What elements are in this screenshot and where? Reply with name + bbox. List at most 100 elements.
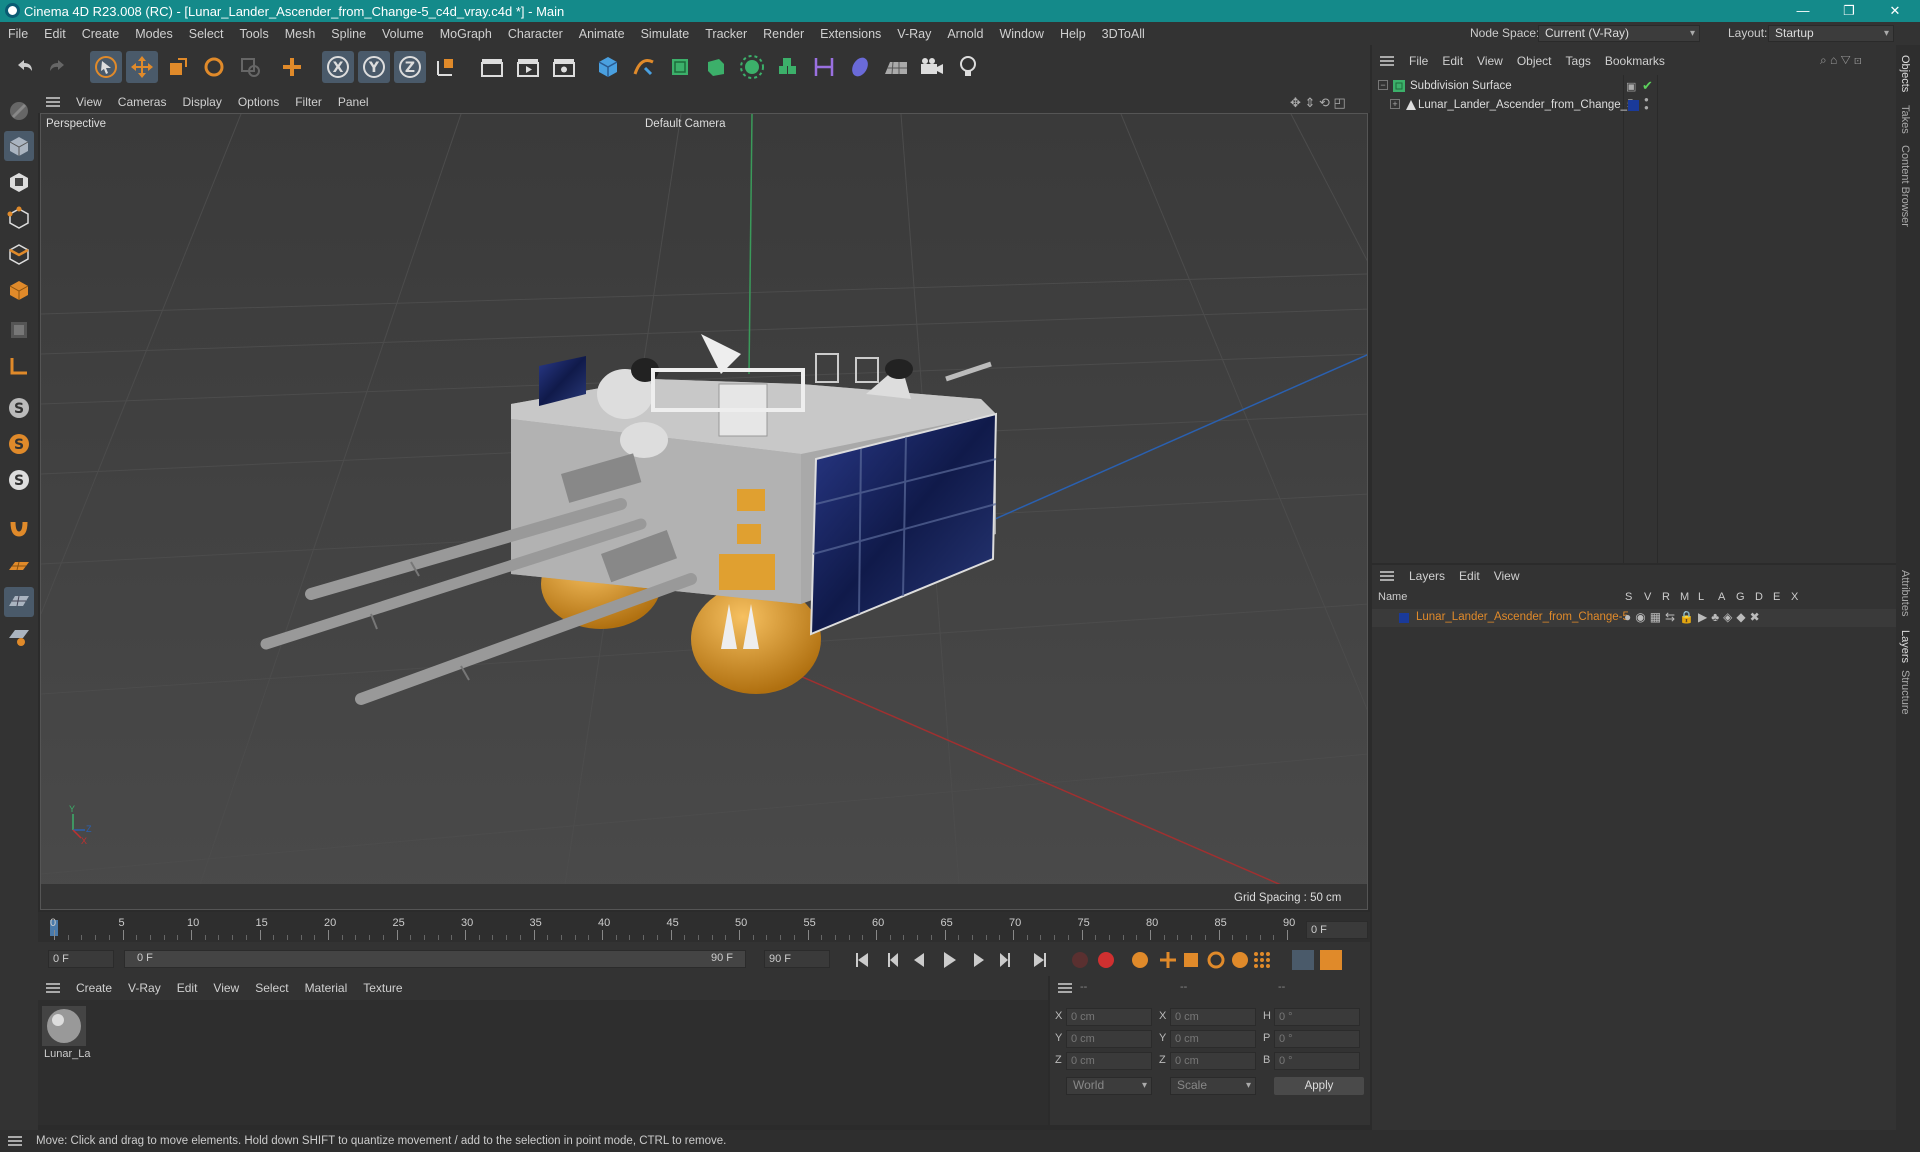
timeline-window-button[interactable]: [1320, 950, 1342, 970]
previous-key-button[interactable]: [888, 953, 898, 967]
material-menu-texture[interactable]: Texture: [355, 981, 410, 995]
menu-modes[interactable]: Modes: [127, 27, 181, 41]
polygons-mode-button[interactable]: [4, 275, 34, 305]
object-toolbar-icons[interactable]: ⌕ ⌂ ▽ ⊡: [1820, 53, 1862, 68]
material-menu-view[interactable]: View: [205, 981, 247, 995]
coord-size-z-field[interactable]: 0 cm: [1170, 1052, 1256, 1070]
object-hamburger-icon[interactable]: [1380, 56, 1394, 66]
object-row-lander[interactable]: + Lunar_Lander_Ascender_from_Change_5: [1390, 97, 1633, 115]
grid-button[interactable]: [4, 587, 34, 617]
status-hamburger-icon[interactable]: [8, 1136, 22, 1146]
coord-rot-h-field[interactable]: 0 °: [1274, 1008, 1360, 1026]
undo-button[interactable]: [8, 51, 40, 83]
viewport-nav-icons[interactable]: ✥ ⇕ ⟲ ◰: [1290, 95, 1346, 111]
material-menu-edit[interactable]: Edit: [169, 981, 206, 995]
coord-pos-x-field[interactable]: 0 cm: [1066, 1008, 1152, 1026]
play-button[interactable]: [944, 952, 956, 968]
menu-select[interactable]: Select: [181, 27, 232, 41]
add-field-button[interactable]: [808, 51, 840, 83]
layer-row[interactable]: Lunar_Lander_Ascender_from_Change-5 ●◉▦⇆…: [1372, 609, 1896, 627]
keyframe-selection-button[interactable]: [1132, 952, 1148, 968]
object-row-subdivision[interactable]: − Subdivision Surface: [1378, 78, 1624, 96]
material-menu-vray[interactable]: V-Ray: [120, 981, 169, 995]
points-mode-button[interactable]: [4, 203, 34, 233]
material-menu-create[interactable]: Create: [68, 981, 120, 995]
menu-3dtoall[interactable]: 3DToAll: [1094, 27, 1153, 41]
add-camera-button[interactable]: [916, 51, 948, 83]
menu-character[interactable]: Character: [500, 27, 571, 41]
menu-arnold[interactable]: Arnold: [939, 27, 991, 41]
record-button[interactable]: [1072, 952, 1088, 968]
coordinate-system-button[interactable]: [430, 51, 462, 83]
live-selection-button[interactable]: [90, 51, 122, 83]
coord-space-dropdown[interactable]: World: [1066, 1077, 1152, 1095]
layer-hamburger-icon[interactable]: [1380, 571, 1394, 581]
make-editable-button[interactable]: [4, 96, 34, 126]
menu-mesh[interactable]: Mesh: [277, 27, 324, 41]
current-frame-field[interactable]: 0 F: [48, 950, 114, 968]
enabled-check-icon[interactable]: ✔: [1642, 78, 1653, 94]
snap-button[interactable]: S: [4, 393, 34, 423]
add-effector-button[interactable]: [772, 51, 804, 83]
material-menu-select[interactable]: Select: [247, 981, 296, 995]
previous-frame-button[interactable]: [914, 953, 924, 967]
expand-toggle-icon[interactable]: +: [1390, 99, 1400, 109]
material-swatch[interactable]: Lunar_La: [42, 1006, 91, 1060]
add-mograph-button[interactable]: [736, 51, 768, 83]
coord-rot-p-field[interactable]: 0 °: [1274, 1030, 1360, 1048]
uv-mode-button[interactable]: [4, 315, 34, 345]
solo-hierarchy-button[interactable]: S: [4, 465, 34, 495]
viewport-menu-display[interactable]: Display: [174, 95, 229, 109]
menu-animate[interactable]: Animate: [571, 27, 633, 41]
add-light-button[interactable]: [952, 51, 984, 83]
menu-extensions[interactable]: Extensions: [812, 27, 889, 41]
perspective-viewport[interactable]: Perspective Default Camera Grid Spacing …: [40, 113, 1368, 910]
apply-button[interactable]: Apply: [1274, 1077, 1364, 1095]
key-scale-button[interactable]: [1184, 953, 1198, 967]
viewport-menu-view[interactable]: View: [68, 95, 110, 109]
coord-rot-b-field[interactable]: 0 °: [1274, 1052, 1360, 1070]
menu-window[interactable]: Window: [991, 27, 1051, 41]
coordinates-hamburger-icon[interactable]: [1058, 983, 1072, 993]
go-to-end-button[interactable]: [1034, 953, 1046, 967]
menu-tools[interactable]: Tools: [232, 27, 277, 41]
go-to-start-button[interactable]: [856, 953, 868, 967]
render-settings-button[interactable]: [548, 51, 580, 83]
close-button[interactable]: ✕: [1872, 0, 1918, 22]
add-tool-button[interactable]: [276, 51, 308, 83]
motion-mode-button[interactable]: [1292, 950, 1314, 970]
object-menu-edit[interactable]: Edit: [1435, 54, 1470, 68]
z-axis-button[interactable]: Z: [394, 51, 426, 83]
tab-content-browser[interactable]: Content Browser: [1899, 145, 1911, 227]
object-menu-view[interactable]: View: [1470, 54, 1510, 68]
coord-scale-dropdown[interactable]: Scale: [1170, 1077, 1256, 1095]
model-mode-button[interactable]: [4, 131, 34, 161]
recent-tool-button[interactable]: [234, 51, 266, 83]
x-axis-button[interactable]: X: [322, 51, 354, 83]
add-scene-button[interactable]: [844, 51, 876, 83]
tab-layers[interactable]: Layers: [1899, 630, 1911, 663]
object-menu-bookmarks[interactable]: Bookmarks: [1598, 54, 1672, 68]
viewport-menu-cameras[interactable]: Cameras: [110, 95, 175, 109]
material-menu-material[interactable]: Material: [297, 981, 356, 995]
texture-mode-button[interactable]: [4, 167, 34, 197]
end-frame-field[interactable]: 90 F: [764, 950, 830, 968]
visibility-dots-icon[interactable]: ● ●: [1644, 96, 1649, 112]
workplane-button[interactable]: [4, 551, 34, 581]
layer-color-swatch[interactable]: [1628, 100, 1639, 111]
tab-objects[interactable]: Objects: [1899, 55, 1911, 92]
layer-name[interactable]: Lunar_Lander_Ascender_from_Change-5: [1416, 611, 1629, 623]
key-parameter-button[interactable]: [1232, 952, 1248, 968]
add-deformer-button[interactable]: [700, 51, 732, 83]
move-tool-button[interactable]: [126, 51, 158, 83]
add-cube-button[interactable]: [592, 51, 624, 83]
menu-simulate[interactable]: Simulate: [633, 27, 698, 41]
next-key-button[interactable]: [1000, 953, 1010, 967]
minimize-button[interactable]: —: [1780, 0, 1826, 22]
viewport-menu-filter[interactable]: Filter: [287, 95, 330, 109]
y-axis-button[interactable]: Y: [358, 51, 390, 83]
menu-render[interactable]: Render: [755, 27, 812, 41]
menu-tracker[interactable]: Tracker: [697, 27, 755, 41]
active-camera-label[interactable]: Default Camera: [645, 118, 726, 130]
timeline-frame-field[interactable]: 0 F: [1306, 921, 1368, 939]
